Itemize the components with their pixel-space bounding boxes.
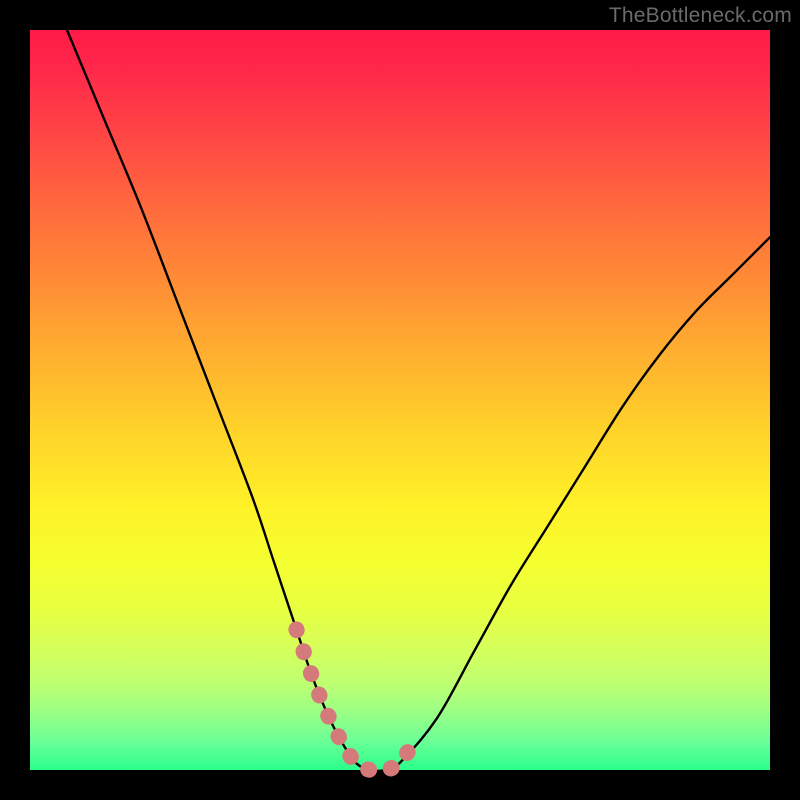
bottleneck-highlight — [296, 629, 414, 771]
chart-svg — [30, 30, 770, 770]
watermark-text: TheBottleneck.com — [609, 4, 792, 28]
outer-frame: TheBottleneck.com — [0, 0, 800, 800]
chart-area — [30, 30, 770, 770]
bottleneck-curve — [67, 30, 770, 771]
